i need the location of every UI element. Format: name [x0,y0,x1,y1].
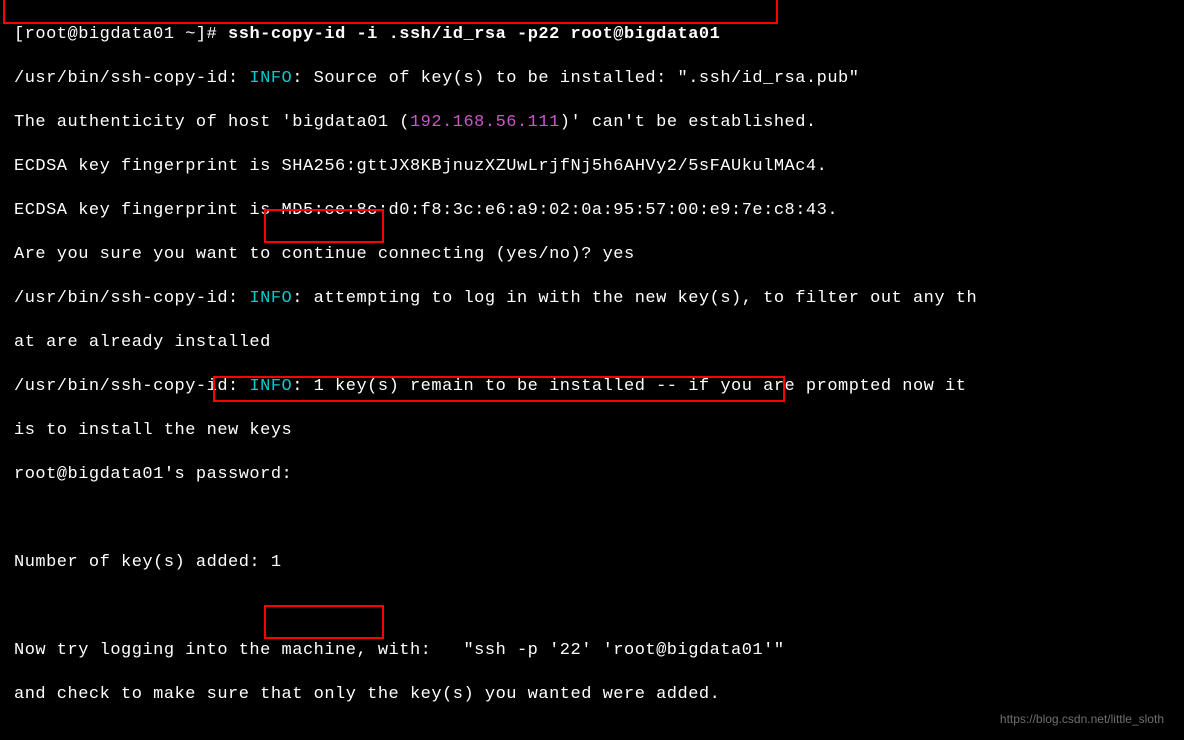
shell-command: ssh-copy-id -i .ssh/id_rsa -p22 root@big… [228,25,720,44]
terminal-line: /usr/bin/ssh-copy-id: INFO: 1 key(s) rem… [14,376,1184,398]
terminal-window[interactable]: [root@bigdata01 ~]# ssh-copy-id -i .ssh/… [0,0,1184,740]
text: )' can't be established. [560,113,817,132]
terminal-line: /usr/bin/ssh-copy-id: INFO: Source of ke… [14,68,1184,90]
blank-line [14,508,1184,530]
text: : Source of key(s) to be installed: ".ss… [292,69,859,88]
ip-address: 192.168.56.111 [410,113,560,132]
terminal-line: ECDSA key fingerprint is SHA256:gttJX8KB… [14,156,1184,178]
text: /usr/bin/ssh-copy-id: [14,377,249,396]
shell-prompt: [root@bigdata01 ~]# [14,25,228,44]
highlight-box [3,0,778,24]
password-prompt[interactable]: root@bigdata01's password: [14,464,1184,486]
terminal-line: at are already installed [14,332,1184,354]
text: : 1 key(s) remain to be installed -- if … [292,377,977,396]
terminal-line: and check to make sure that only the key… [14,684,1184,706]
terminal-line: is to install the new keys [14,420,1184,442]
terminal-line: /usr/bin/ssh-copy-id: INFO: attempting t… [14,288,1184,310]
terminal-line: [root@bigdata01 ~]# ssh-copy-id -i .ssh/… [14,24,1184,46]
info-label: INFO [249,289,292,308]
terminal-line: Number of key(s) added: 1 [14,552,1184,574]
terminal-line: ECDSA key fingerprint is MD5:ce:8c:d0:f8… [14,200,1184,222]
text: /usr/bin/ssh-copy-id: [14,289,249,308]
blank-line [14,596,1184,618]
terminal-line: Are you sure you want to continue connec… [14,244,1184,266]
terminal-line: The authenticity of host 'bigdata01 (192… [14,112,1184,134]
text: : attempting to log in with the new key(… [292,289,977,308]
text: The authenticity of host 'bigdata01 ( [14,113,410,132]
text: /usr/bin/ssh-copy-id: [14,69,249,88]
info-label: INFO [249,69,292,88]
watermark: https://blog.csdn.net/little_sloth [1000,708,1164,730]
info-label: INFO [249,377,292,396]
terminal-line: Now try logging into the machine, with: … [14,640,1184,662]
